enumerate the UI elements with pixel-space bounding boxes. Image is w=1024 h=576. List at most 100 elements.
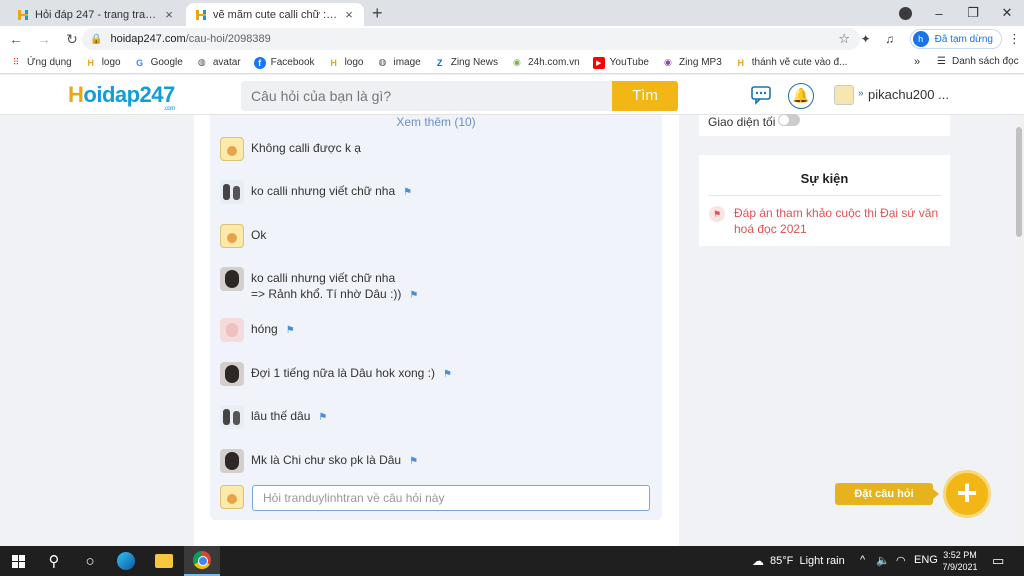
reading-list-label: Danh sách đọc (951, 56, 1019, 67)
temperature: 85°F (770, 555, 794, 567)
bookmark-label: avatar (212, 57, 241, 68)
tab-close-icon[interactable]: × (162, 7, 176, 22)
bookmark-image[interactable]: ◍ image (376, 57, 421, 69)
comment-text: lâu thế dâu (251, 409, 311, 423)
bookmark-label: 24h.com.vn (527, 57, 580, 68)
dark-mode-label: Giao diện tối (708, 115, 776, 129)
report-flag-icon[interactable]: ⚑ (443, 367, 452, 383)
avatar[interactable] (220, 267, 244, 291)
back-icon[interactable]: ← (4, 31, 28, 47)
bookmark-youtube[interactable]: ▶ YouTube (592, 56, 649, 69)
task-view-icon[interactable]: ○ (72, 546, 108, 576)
weather-text: Light rain (799, 555, 845, 567)
profile-button[interactable]: h Đã tạm dừng (909, 29, 1002, 49)
browser-toolbar: ← → ↻ 🔒 hoidap247.com/cau-hoi/2098389 ☆ … (0, 26, 1024, 52)
chrome-app-button[interactable] (184, 546, 220, 576)
see-more-link[interactable]: Xem thêm (10) (210, 115, 662, 129)
browser-menu-icon[interactable]: ⋮ (1008, 31, 1021, 47)
avatar[interactable] (220, 180, 244, 204)
avatar[interactable] (220, 449, 244, 473)
volume-icon[interactable]: 🔈 (876, 554, 890, 567)
close-window-button[interactable]: ✕ (990, 5, 1024, 21)
ask-question-label[interactable]: Đặt câu hỏi (835, 483, 939, 505)
search-button[interactable]: Tìm (612, 81, 678, 111)
reload-icon[interactable]: ↻ (60, 31, 84, 48)
system-clock[interactable]: 3:52 PM 7/9/2021 (942, 549, 978, 573)
bookmark-thanh-ve[interactable]: Hthánh vẽ cute vào đ... (735, 57, 848, 69)
wifi-icon[interactable]: ◠ (896, 554, 906, 567)
bookmark-24h[interactable]: ◉ 24h.com.vn (511, 57, 580, 69)
comments-section: Xem thêm (10) Không calli được k ạ ko ca… (210, 115, 662, 520)
forward-icon[interactable]: → (32, 31, 56, 47)
comment-item: Ok (220, 224, 266, 248)
scrollbar-thumb[interactable] (1016, 127, 1022, 237)
notification-bell-icon[interactable]: 🔔 (788, 83, 814, 109)
bookmark-label: Ứng dụng (27, 57, 72, 68)
bookmarks-overflow-button[interactable]: » (914, 56, 920, 68)
language-indicator[interactable]: ENG (914, 554, 938, 566)
clock-time: 3:52 PM (943, 550, 977, 560)
avatar[interactable] (834, 85, 854, 105)
tab-close-icon[interactable]: × (342, 7, 356, 22)
edge-icon (117, 552, 135, 570)
logo-letter: H (68, 82, 84, 107)
file-explorer-button[interactable] (146, 546, 182, 576)
bookmark-star-icon[interactable]: ☆ (838, 31, 850, 47)
bookmark-zing-mp3[interactable]: ◉ Zing MP3 (662, 57, 722, 69)
weather-widget[interactable]: ☁ 85°F Light rain (752, 554, 845, 568)
tray-chevron-icon[interactable]: ^ (860, 554, 865, 566)
avatar[interactable] (220, 318, 244, 342)
start-button[interactable] (0, 546, 36, 576)
comment-text: ko calli nhưng viết chữ nha (251, 184, 396, 198)
ask-question-button[interactable]: + (943, 470, 991, 518)
comment-item: Đợi 1 tiếng nữa là Dâu hok xong :) ⚑ (220, 362, 452, 386)
avatar[interactable] (220, 405, 244, 429)
bookmark-logo-2[interactable]: Hlogo (328, 57, 363, 69)
report-flag-icon[interactable]: ⚑ (409, 288, 418, 304)
reading-list-button[interactable]: ☰ Danh sách đọc (937, 56, 1019, 67)
tab-search-icon[interactable]: ▾ (899, 6, 912, 20)
tab-title: Hỏi đáp 247 - trang tra loi (35, 8, 158, 21)
browser-tab-1[interactable]: Hỏi đáp 247 - trang tra loi × (8, 3, 184, 26)
chevron-down-icon[interactable]: » (858, 88, 864, 99)
chat-icon[interactable] (750, 85, 772, 105)
avatar[interactable] (220, 362, 244, 386)
bookmarks-bar: ⠿ Ứng dụng Hlogo G Google ◍ avatar f Faceboo… (0, 52, 1024, 74)
comment-text: Ok (251, 228, 267, 242)
comment-item: lâu thế dâu ⚑ (220, 405, 327, 429)
bookmark-google[interactable]: G Google (134, 57, 183, 69)
bookmark-label: Google (150, 57, 183, 68)
comment-input[interactable]: Hỏi tranduylinhtran về câu hỏi này (252, 485, 650, 511)
report-flag-icon[interactable]: ⚑ (286, 323, 295, 339)
avatar[interactable] (220, 137, 244, 161)
comment-text: hóng (251, 322, 278, 336)
clock-date: 7/9/2021 (942, 562, 978, 572)
minimize-button[interactable]: – (922, 6, 956, 21)
dark-mode-toggle[interactable] (778, 114, 800, 126)
bookmark-avatar[interactable]: ◍ avatar (196, 57, 241, 69)
search-input[interactable]: Câu hỏi của bạn là gì? (241, 81, 612, 111)
browser-tab-2[interactable]: vẽ mãm cute calli chữ : Cố lên 2k × (186, 3, 364, 26)
report-flag-icon[interactable]: ⚑ (409, 454, 418, 470)
site-header: Hoidap247 .com Câu hỏi của bạn là gì? Tìm… (0, 75, 1024, 115)
bookmark-logo[interactable]: Hlogo (85, 57, 120, 69)
url-path: /cau-hoi/2098389 (185, 33, 271, 45)
avatar[interactable] (220, 224, 244, 248)
edge-app-button[interactable] (108, 546, 144, 576)
event-link[interactable]: Đáp án tham khảo cuộc thi Đại sứ văn hoá… (734, 205, 939, 237)
restore-button[interactable]: ❐ (956, 5, 990, 21)
media-control-icon[interactable]: ♫ (880, 32, 900, 46)
report-flag-icon[interactable]: ⚑ (403, 185, 412, 201)
address-bar[interactable]: 🔒 hoidap247.com/cau-hoi/2098389 ☆ (82, 28, 860, 50)
search-icon[interactable]: ⚲ (36, 546, 72, 576)
site-logo[interactable]: Hoidap247 .com (68, 82, 175, 112)
new-tab-button[interactable]: + (372, 3, 383, 23)
page-scrollbar[interactable] (1014, 115, 1024, 546)
report-flag-icon[interactable]: ⚑ (318, 410, 327, 426)
bookmark-zing-news[interactable]: Z Zing News (434, 57, 498, 69)
username[interactable]: pikachu200 ... (868, 87, 949, 102)
bookmark-apps[interactable]: ⠿ Ứng dụng (10, 57, 72, 69)
notification-center-icon[interactable]: ▭ (992, 553, 1004, 569)
extensions-icon[interactable]: ✦ (856, 32, 876, 46)
bookmark-facebook[interactable]: f Facebook (253, 56, 315, 69)
